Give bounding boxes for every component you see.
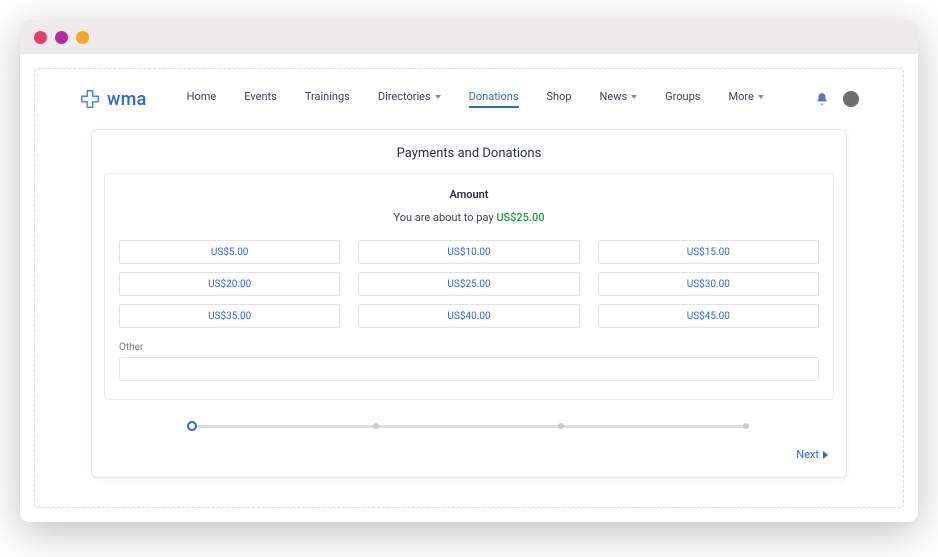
nav-events[interactable]: Events (244, 90, 277, 108)
page-container: wma Home Events Trainings Directories Do… (34, 68, 904, 508)
amount-section: Amount You are about to pay US$25.00 US$… (104, 173, 834, 400)
logo-icon (79, 88, 101, 110)
progress-step-3[interactable] (558, 423, 564, 429)
progress-step-4[interactable] (743, 423, 749, 429)
nav-news[interactable]: News (600, 90, 638, 108)
amount-option-10[interactable]: US$10.00 (358, 240, 579, 264)
amount-option-20[interactable]: US$20.00 (119, 272, 340, 296)
chevron-down-icon (758, 95, 764, 99)
progress-step-2[interactable] (373, 423, 379, 429)
other-amount-label: Other (119, 342, 819, 353)
header-actions (815, 91, 859, 107)
amount-grid: US$5.00 US$10.00 US$15.00 US$20.00 US$25… (119, 240, 819, 328)
wizard-progress (192, 418, 746, 434)
pay-prefix: You are about to pay (393, 211, 496, 224)
amount-option-40[interactable]: US$40.00 (358, 304, 579, 328)
amount-option-45[interactable]: US$45.00 (598, 304, 819, 328)
pay-amount: US$25.00 (496, 211, 544, 224)
viewport: wma Home Events Trainings Directories Do… (20, 54, 918, 522)
main-nav: Home Events Trainings Directories Donati… (187, 90, 815, 108)
nav-trainings[interactable]: Trainings (305, 90, 350, 108)
wizard-footer: Next (92, 434, 846, 461)
site-header: wma Home Events Trainings Directories Do… (35, 69, 903, 129)
amount-option-35[interactable]: US$35.00 (119, 304, 340, 328)
nav-directories[interactable]: Directories (378, 90, 441, 108)
amount-option-25[interactable]: US$25.00 (358, 272, 579, 296)
notifications-icon[interactable] (815, 92, 829, 106)
nav-donations[interactable]: Donations (469, 90, 519, 108)
amount-option-30[interactable]: US$30.00 (598, 272, 819, 296)
browser-window: wma Home Events Trainings Directories Do… (20, 20, 918, 522)
pay-summary: You are about to pay US$25.00 (119, 211, 819, 224)
window-titlebar (20, 20, 918, 54)
next-label: Next (796, 448, 819, 461)
other-amount-input[interactable] (119, 357, 819, 381)
nav-home[interactable]: Home (187, 90, 217, 108)
donations-card: Payments and Donations Amount You are ab… (91, 129, 847, 478)
card-title: Payments and Donations (92, 130, 846, 173)
next-button[interactable]: Next (796, 448, 828, 461)
amount-option-15[interactable]: US$15.00 (598, 240, 819, 264)
nav-more[interactable]: More (728, 90, 763, 108)
chevron-right-icon (823, 451, 828, 459)
window-close-icon[interactable] (34, 31, 47, 44)
window-minimize-icon[interactable] (55, 31, 68, 44)
progress-step-1[interactable] (187, 421, 197, 431)
chevron-down-icon (435, 95, 441, 99)
progress-track (192, 425, 746, 428)
nav-groups[interactable]: Groups (665, 90, 700, 108)
section-heading: Amount (119, 188, 819, 201)
chevron-down-icon (631, 95, 637, 99)
window-zoom-icon[interactable] (76, 31, 89, 44)
amount-option-5[interactable]: US$5.00 (119, 240, 340, 264)
nav-shop[interactable]: Shop (547, 90, 572, 108)
brand-name: wma (107, 89, 147, 110)
brand[interactable]: wma (79, 88, 147, 110)
avatar[interactable] (843, 91, 859, 107)
